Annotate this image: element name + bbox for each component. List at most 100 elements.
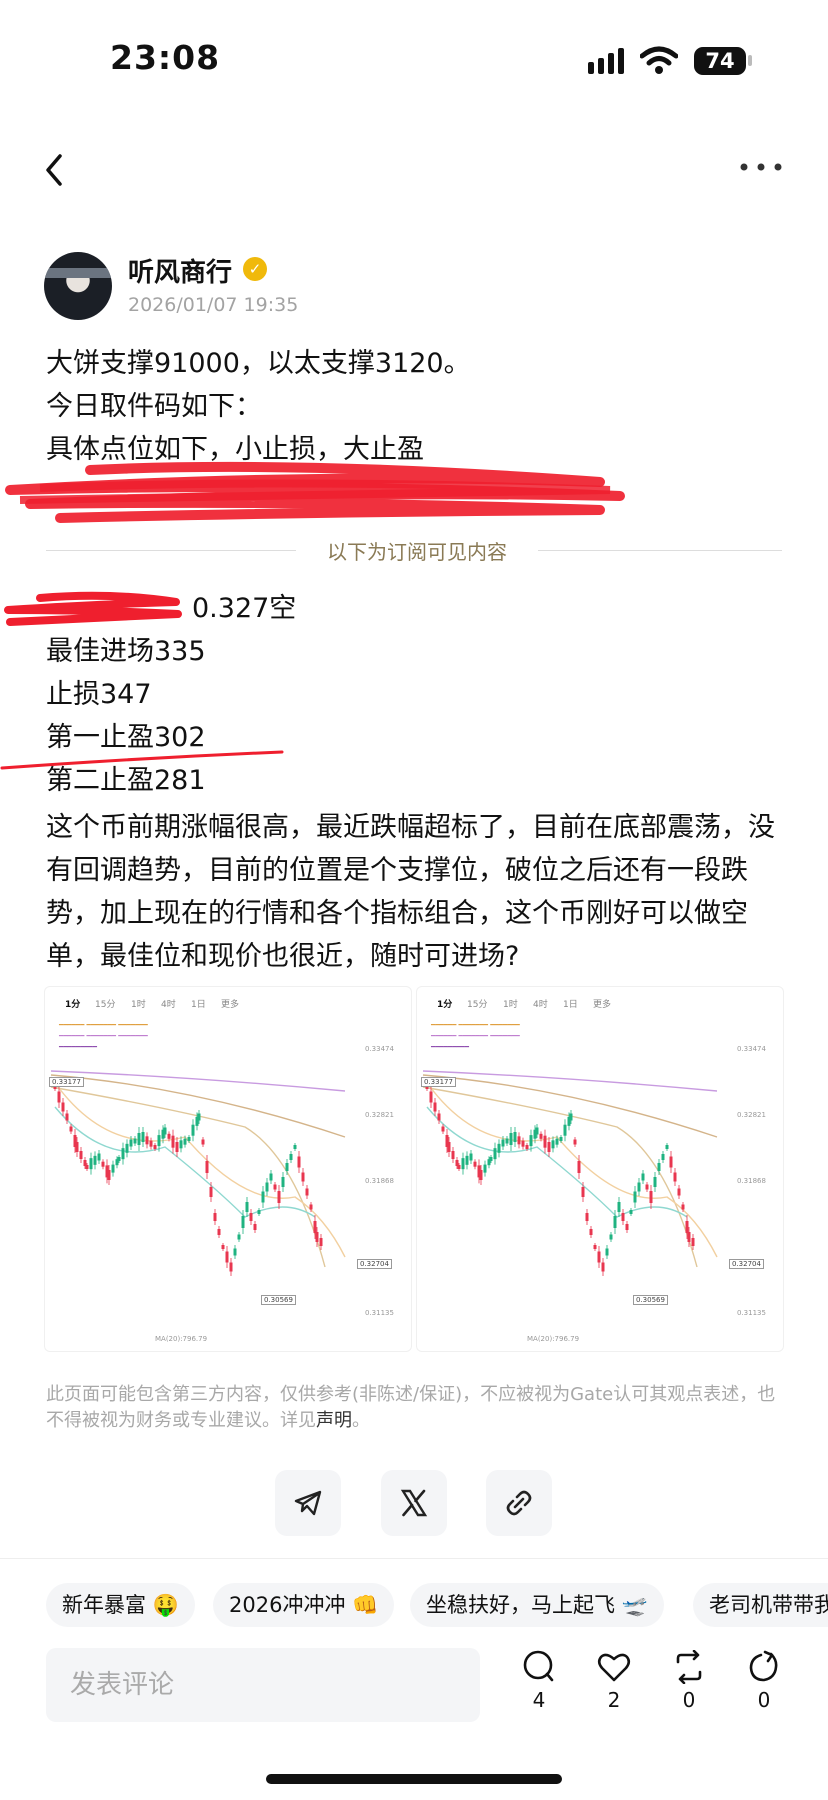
signal-icon <box>588 48 624 74</box>
candle-body <box>273 1184 277 1190</box>
signal-line-5: 第二止盈281 <box>46 765 206 796</box>
heart-icon <box>597 1653 631 1682</box>
candle-body <box>509 1133 513 1145</box>
candle-body <box>669 1156 673 1168</box>
candle-body <box>497 1143 501 1153</box>
like-count: 2 <box>607 1688 621 1712</box>
candle-body <box>97 1153 101 1161</box>
candle-body <box>645 1184 649 1190</box>
candle-body <box>437 1113 441 1121</box>
candle-body <box>691 1238 695 1246</box>
candle-body <box>89 1158 93 1170</box>
wifi-icon <box>640 46 678 74</box>
candle-body <box>577 1161 581 1173</box>
candle-body <box>319 1238 323 1246</box>
author-name[interactable]: 听风商行 <box>128 252 232 289</box>
candle-body <box>213 1213 217 1221</box>
comment-count: 4 <box>532 1688 546 1712</box>
candle-body <box>257 1210 261 1214</box>
candle-body <box>269 1173 273 1181</box>
topic-tag[interactable]: 坐稳扶好，马上起飞 🛫 <box>410 1583 664 1627</box>
candle-body <box>107 1170 111 1180</box>
candle-body <box>469 1153 473 1161</box>
disclaimer-link[interactable]: 声明 <box>316 1410 352 1431</box>
candle-body <box>233 1248 237 1256</box>
comment-button[interactable]: 4 <box>514 1650 564 1712</box>
candle-body <box>677 1188 681 1196</box>
timeframe-1d: 1日 <box>191 1000 206 1010</box>
candle-body <box>505 1138 509 1144</box>
timeframe-1h: 1时 <box>131 1000 146 1010</box>
candle-body <box>513 1132 517 1142</box>
candle-body <box>637 1182 641 1192</box>
candle-body <box>293 1145 297 1149</box>
candle-body <box>597 1251 601 1263</box>
candle-body <box>653 1177 657 1187</box>
battery-tip <box>748 55 752 66</box>
repost-button[interactable]: 0 <box>664 1650 714 1712</box>
comment-input[interactable]: 发表评论 <box>46 1648 480 1722</box>
avatar[interactable] <box>44 252 112 320</box>
candle-body <box>281 1177 285 1187</box>
x-logo-icon <box>400 1489 428 1517</box>
timeframe-1d: 1日 <box>563 1000 578 1010</box>
post-line-1: 大饼支撑91000，以太支撑3120。 <box>46 348 471 379</box>
timeframe-15m: 15分 <box>95 1000 116 1010</box>
more-options-icon[interactable] <box>738 160 784 174</box>
candle-body <box>617 1202 621 1212</box>
candle-body <box>183 1138 187 1145</box>
candle-body <box>473 1161 477 1167</box>
like-button[interactable]: 2 <box>589 1650 639 1712</box>
divider-left <box>46 550 296 551</box>
candle-body <box>145 1136 149 1145</box>
candle-body <box>429 1091 433 1103</box>
topic-tag[interactable]: 老司机带带我 <box>693 1583 828 1627</box>
copy-link-button[interactable] <box>486 1470 552 1536</box>
post-line-2: 今日取件码如下： <box>46 391 262 422</box>
candle-body <box>57 1091 61 1103</box>
share-button[interactable]: 0 <box>739 1650 789 1712</box>
chart-image-right[interactable]: 1分 15分 1时 4时 1日 更多 ━━━━━━ ━━━━━━━ ━━━━━━… <box>416 986 784 1352</box>
candlestick-chart <box>422 1070 718 1276</box>
share-x-button[interactable] <box>381 1470 447 1536</box>
candle-body <box>265 1182 269 1192</box>
candle-body <box>451 1151 455 1159</box>
back-icon[interactable] <box>40 150 70 190</box>
repost-icon <box>676 1650 702 1684</box>
price-axis-2: 0.32821 <box>365 1111 394 1119</box>
redaction-scribble-small <box>4 591 182 626</box>
price-current-tag: 0.32704 <box>357 1259 392 1269</box>
candle-body <box>301 1172 305 1182</box>
candle-body <box>245 1202 249 1212</box>
candle-body <box>125 1143 129 1153</box>
topic-tag[interactable]: 新年暴富 🤑 <box>46 1583 195 1627</box>
divider-right <box>538 550 782 551</box>
price-current-tag: 0.32704 <box>729 1259 764 1269</box>
candle-body <box>221 1245 225 1249</box>
signal-line-2: 最佳进场335 <box>46 636 206 667</box>
candle-body <box>613 1216 617 1228</box>
candle-body <box>665 1145 669 1149</box>
candle-body <box>457 1165 461 1169</box>
chart-image-left[interactable]: 1分 15分 1时 4时 1日 更多 ━━━━━━ ━━━━━━━ ━━━━━━… <box>44 986 412 1352</box>
candle-body <box>205 1161 209 1173</box>
indicator-line <box>422 1070 718 1092</box>
candle-body <box>673 1172 677 1182</box>
candle-body <box>551 1140 555 1149</box>
topic-tag[interactable]: 2026冲冲冲 👊 <box>213 1583 395 1627</box>
candle-body <box>589 1229 593 1235</box>
volume-ma-label: MA(20):796.79 <box>527 1335 580 1343</box>
signal-line-3: 止损347 <box>46 679 152 710</box>
candle-body <box>649 1191 653 1203</box>
candle-body <box>163 1127 167 1135</box>
candle-body <box>441 1126 445 1132</box>
candle-body <box>237 1234 241 1240</box>
timeframe-more: 更多 <box>221 1000 240 1010</box>
legend-ma: ━━━━━━ ━━━━━━━ ━━━━━━━ <box>431 1021 520 1029</box>
share-telegram-button[interactable] <box>275 1470 341 1536</box>
indicator-line <box>50 1074 346 1138</box>
candle-body <box>133 1138 137 1144</box>
candle-body <box>75 1142 79 1152</box>
candle-body <box>593 1245 597 1249</box>
price-axis-1: 0.33474 <box>365 1045 394 1053</box>
